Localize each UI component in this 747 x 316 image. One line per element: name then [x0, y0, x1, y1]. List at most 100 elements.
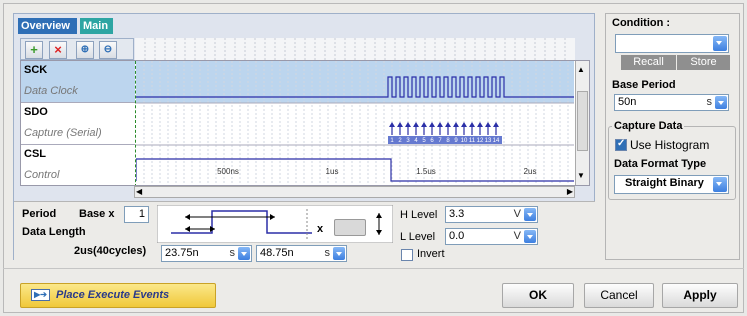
start-value: 23.75n: [165, 247, 199, 259]
capture-marker-head: [453, 122, 459, 127]
h-level-unit: V: [513, 208, 521, 220]
timeline-ruler: [135, 38, 575, 60]
cancel-button[interactable]: Cancel: [584, 283, 654, 308]
scroll-right-icon[interactable]: ▶: [567, 187, 573, 196]
scroll-up-icon[interactable]: ▲: [577, 65, 585, 74]
h-level-input[interactable]: 3.3 V: [445, 206, 538, 223]
base-period-input[interactable]: 50n s: [614, 94, 729, 111]
scroll-left-icon[interactable]: ◀: [136, 187, 142, 196]
scroll-down-icon[interactable]: ▼: [577, 171, 585, 180]
base-multiplier-input[interactable]: 1: [124, 206, 149, 223]
signal-row-sdo[interactable]: SDO Capture (Serial): [21, 103, 135, 145]
signal-name: SCK: [24, 64, 48, 76]
store-button[interactable]: Store: [677, 55, 730, 70]
capture-marker-head: [477, 122, 483, 127]
chevron-down-icon[interactable]: [238, 247, 250, 260]
l-level-input[interactable]: 0.0 V: [445, 228, 538, 245]
signal-desc: Control: [24, 169, 60, 181]
vertical-scrollbar[interactable]: ▲ ▼: [575, 61, 589, 185]
chevron-down-icon[interactable]: [333, 247, 345, 260]
scroll-thumb[interactable]: [577, 91, 588, 151]
footer-divider: [3, 268, 744, 269]
capture-marker-label: 13: [485, 138, 492, 144]
time-label: 2us: [524, 167, 537, 176]
zoom-out-icon[interactable]: ⊖: [99, 41, 117, 59]
capture-marker-head: [445, 122, 451, 127]
signal-name: SDO: [24, 106, 48, 118]
use-histogram-label: Use Histogram: [630, 138, 710, 152]
capture-marker-head: [421, 122, 427, 127]
capture-marker-head: [485, 122, 491, 127]
capture-marker-head: [405, 122, 411, 127]
horizontal-scrollbar[interactable]: ◀ ▶: [134, 186, 575, 198]
capture-marker-label: 10: [461, 138, 468, 144]
chevron-down-icon[interactable]: [715, 96, 727, 109]
capture-marker-label: 12: [477, 138, 484, 144]
signal-row-sck[interactable]: SCK Data Clock: [21, 61, 135, 103]
capture-marker-head: [461, 122, 467, 127]
data-length-label: Data Length: [22, 226, 86, 238]
use-histogram-checkbox[interactable]: [615, 138, 627, 151]
h-level-value: 3.3: [449, 208, 465, 220]
data-length-value: 2us(40cycles): [74, 245, 147, 257]
chevron-down-icon[interactable]: [524, 230, 536, 243]
capture-marker-head: [469, 122, 475, 127]
place-execute-events-button[interactable]: ▶➔ Place Execute Events: [20, 283, 216, 308]
waveform-toolbar: + × ⊕ ⊖: [20, 38, 134, 60]
end-unit: s: [324, 247, 331, 259]
invert-label: Invert: [417, 248, 445, 260]
data-format-select[interactable]: Straight Binary: [614, 175, 729, 194]
signal-row-csl[interactable]: CSL Control: [21, 145, 135, 185]
base-period-label: Base Period: [612, 79, 676, 91]
base-period-unit: s: [706, 96, 713, 108]
capture-marker-label: 11: [469, 138, 476, 144]
h-level-label: H Level: [400, 209, 438, 221]
time-label: 1us: [326, 167, 339, 176]
tab-main[interactable]: Main: [80, 18, 113, 34]
waveform-lanes: 1234567891011121314123456789101112131450…: [136, 61, 574, 185]
capture-data-label: Capture Data: [612, 120, 685, 132]
signal-name: CSL: [24, 148, 46, 160]
period-label: Period: [22, 208, 57, 220]
capture-marker-head: [397, 122, 403, 127]
recall-button[interactable]: Recall: [621, 55, 676, 70]
signal-desc: Capture (Serial): [24, 127, 102, 139]
base-period-value: 50n: [618, 96, 637, 108]
signal-desc: Data Clock: [24, 85, 78, 97]
chevron-down-icon[interactable]: [713, 177, 727, 192]
condition-label: Condition :: [612, 17, 671, 29]
tab-overview[interactable]: Overview: [18, 18, 77, 34]
capture-marker-head: [429, 122, 435, 127]
capture-marker-head: [437, 122, 443, 127]
l-level-label: L Level: [400, 231, 436, 243]
csl-lane-bg: [136, 145, 574, 185]
capture-marker-head: [413, 122, 419, 127]
capture-marker-head: [493, 122, 499, 127]
chevron-down-icon[interactable]: [524, 208, 536, 221]
ok-button[interactable]: OK: [502, 283, 574, 308]
l-level-unit: V: [513, 230, 521, 242]
condition-select[interactable]: [615, 34, 729, 53]
base-label: Base x: [79, 208, 115, 220]
place-execute-label: Place Execute Events: [56, 289, 170, 301]
start-unit: s: [229, 247, 236, 259]
chevron-down-icon[interactable]: [713, 36, 727, 51]
capture-marker-head: [389, 122, 395, 127]
x-icon[interactable]: ×: [49, 41, 67, 59]
pulse-x-label: x: [317, 223, 324, 235]
waveform-area[interactable]: SCK Data Clock SDO Capture (Serial) CSL …: [20, 60, 590, 186]
place-events-icon: ▶➔: [31, 289, 50, 301]
end-time-input[interactable]: 48.75n s: [256, 245, 347, 262]
data-format-value: Straight Binary: [625, 177, 704, 189]
end-value: 48.75n: [260, 247, 294, 259]
capture-marker-label: 14: [493, 138, 500, 144]
time-label: 500ns: [217, 167, 239, 176]
zoom-in-icon[interactable]: ⊕: [76, 41, 94, 59]
invert-checkbox[interactable]: [401, 249, 413, 261]
time-label: 1.5us: [416, 167, 436, 176]
plus-icon[interactable]: +: [25, 41, 43, 59]
apply-button[interactable]: Apply: [662, 283, 738, 308]
l-level-value: 0.0: [449, 230, 465, 242]
pulse-x-field[interactable]: [334, 219, 366, 236]
start-time-input[interactable]: 23.75n s: [161, 245, 252, 262]
